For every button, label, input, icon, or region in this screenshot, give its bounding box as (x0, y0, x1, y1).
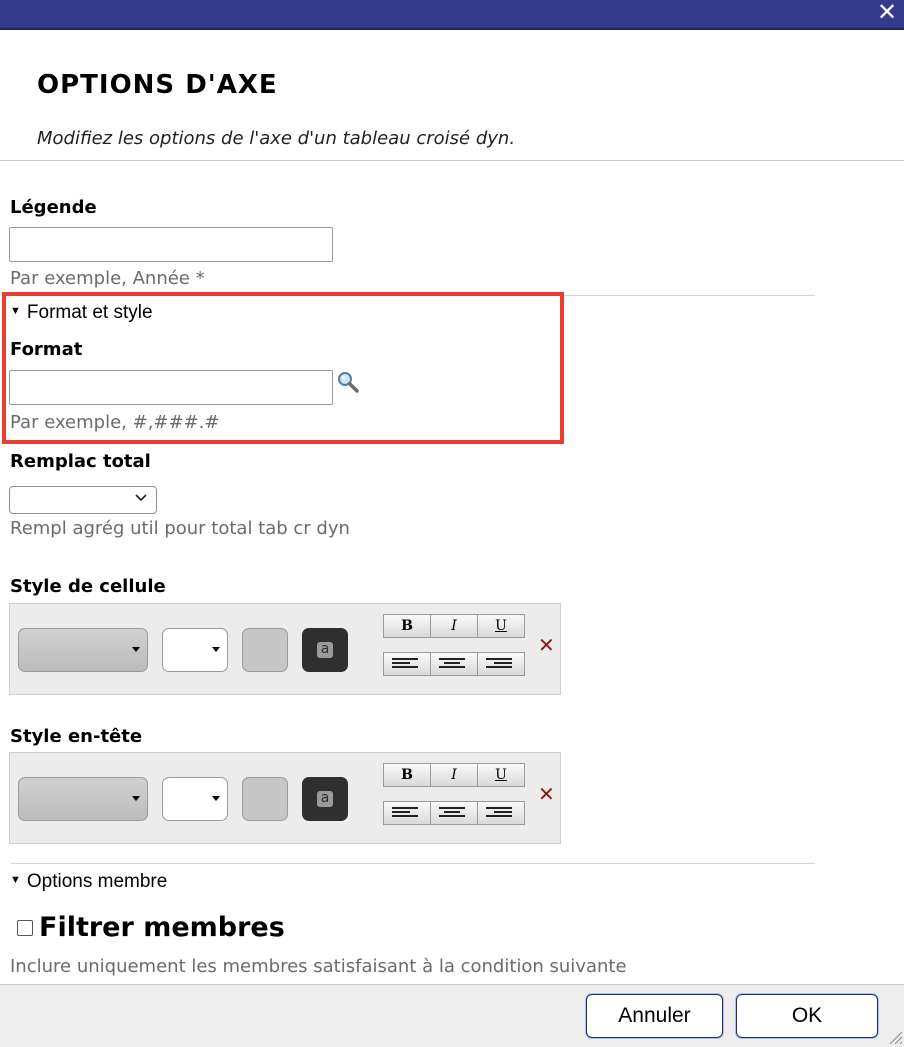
align-right-icon (486, 658, 514, 670)
cell-style-label: Style de cellule (10, 576, 166, 597)
header-style-remove-icon[interactable]: ✕ (538, 783, 555, 805)
resize-grip-icon[interactable] (886, 1028, 904, 1046)
header-text-color-button[interactable]: a (302, 777, 348, 821)
member-options-toggle[interactable]: ▼ Options membre (10, 871, 167, 893)
magnifier-icon[interactable] (336, 370, 360, 394)
format-help: Par exemple, #,###.# (10, 412, 220, 433)
dialog-title: OPTIONS D'AXE (37, 70, 278, 100)
caret-down-icon (132, 796, 140, 801)
cell-align-center-button[interactable] (431, 653, 478, 675)
header-divider (0, 160, 904, 161)
caret-down-icon (212, 796, 220, 801)
cancel-button[interactable]: Annuler (586, 994, 723, 1038)
header-align-group (383, 801, 525, 825)
triangle-down-icon: ▼ (10, 873, 21, 886)
ok-button[interactable]: OK (736, 994, 878, 1038)
cell-text-color-button[interactable]: a (302, 628, 348, 672)
header-font-select[interactable] (18, 777, 148, 821)
header-text-color-glyph: a (317, 791, 333, 807)
cell-align-right-button[interactable] (478, 653, 524, 675)
cell-background-color-button[interactable] (242, 628, 288, 672)
total-help: Rempl agrég util pour total tab cr dyn (10, 518, 350, 539)
header-background-color-button[interactable] (242, 777, 288, 821)
legend-help: Par exemple, Année * (10, 268, 205, 289)
filter-members-checkbox[interactable] (17, 919, 33, 936)
chevron-down-icon (135, 494, 147, 502)
total-label: Remplac total (10, 451, 151, 472)
header-align-center-button[interactable] (431, 802, 478, 824)
cell-bold-button[interactable]: B (384, 615, 431, 637)
legend-input[interactable] (9, 227, 333, 262)
cell-text-color-glyph: a (317, 642, 333, 658)
header-bold-button[interactable]: B (384, 764, 431, 786)
filter-members-help: Inclure uniquement les membres satisfais… (10, 956, 627, 977)
header-align-left-button[interactable] (384, 802, 431, 824)
format-input[interactable] (9, 370, 333, 405)
caret-down-icon (212, 647, 220, 652)
cell-italic-button[interactable]: I (431, 615, 478, 637)
filter-members-row: Filtrer membres (17, 912, 285, 943)
member-options-header: Options membre (26, 871, 168, 892)
cell-style-panel: a B I U ✕ (9, 603, 561, 695)
format-label: Format (10, 339, 83, 360)
cell-align-left-button[interactable] (384, 653, 431, 675)
header-size-select[interactable] (162, 777, 228, 821)
cell-align-group (383, 652, 525, 676)
header-italic-button[interactable]: I (431, 764, 478, 786)
caret-down-icon (132, 647, 140, 652)
cell-font-style-group: B I U (383, 614, 525, 638)
cell-underline-button[interactable]: U (478, 615, 524, 637)
format-style-toggle[interactable]: ▼ Format et style (10, 302, 153, 324)
legend-label: Légende (10, 197, 97, 218)
section-divider (10, 863, 815, 864)
filter-members-label: Filtrer membres (39, 912, 285, 943)
dialog-subtitle: Modifiez les options de l'axe d'un table… (37, 128, 516, 149)
align-right-icon (486, 807, 514, 819)
align-left-icon (392, 658, 420, 670)
close-icon[interactable]: ✕ (874, 0, 900, 26)
dialog-titlebar: ✕ (0, 0, 904, 30)
align-center-icon (439, 807, 467, 819)
cell-size-select[interactable] (162, 628, 228, 672)
triangle-down-icon: ▼ (10, 304, 21, 317)
total-select[interactable] (9, 486, 157, 514)
align-center-icon (439, 658, 467, 670)
header-font-style-group: B I U (383, 763, 525, 787)
cell-font-select[interactable] (18, 628, 148, 672)
header-align-right-button[interactable] (478, 802, 524, 824)
header-style-panel: a B I U ✕ (9, 752, 561, 844)
cell-style-remove-icon[interactable]: ✕ (538, 634, 555, 656)
align-left-icon (392, 807, 420, 819)
format-style-header: Format et style (26, 302, 153, 323)
header-style-label: Style en-tête (10, 726, 143, 747)
header-underline-button[interactable]: U (478, 764, 524, 786)
